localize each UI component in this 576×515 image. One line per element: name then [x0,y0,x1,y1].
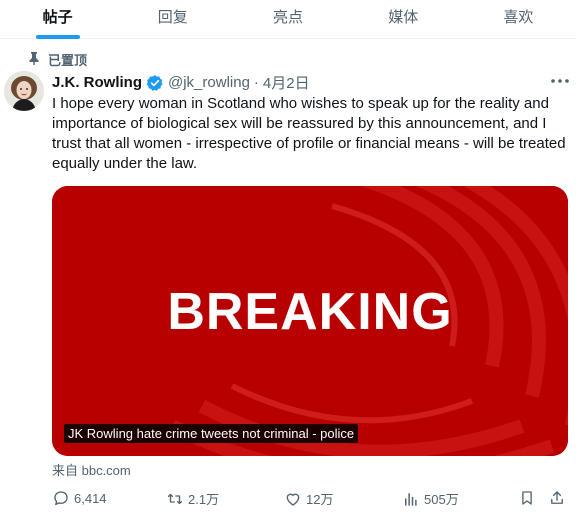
tab-replies-label: 回复 [157,9,188,26]
profile-tabs: 帖子 回复 亮点 媒体 喜欢 [0,0,576,39]
bookmark-button[interactable] [518,489,536,507]
tweet-date[interactable]: 4月2日 [263,72,310,93]
reply-icon [52,489,70,507]
link-source[interactable]: 来自 bbc.com [52,460,131,479]
tab-highlights-label: 亮点 [273,9,304,26]
pin-icon [28,51,40,68]
display-name[interactable]: J.K. Rowling [52,74,142,91]
tab-replies[interactable]: 回复 [115,0,230,38]
tab-likes[interactable]: 喜欢 [461,0,576,38]
bookmark-icon [518,489,536,507]
media-card[interactable]: BREAKING JK Rowling hate crime tweets no… [52,186,568,456]
share-icon [548,489,566,507]
tab-likes-label: 喜欢 [503,9,534,26]
separator-dot: · [253,74,259,91]
user-handle[interactable]: @jk_rowling [168,74,250,91]
views-button[interactable]: 505万 [402,489,459,508]
pinned-indicator: 已置顶 [28,50,87,69]
reply-count: 6,414 [74,490,107,506]
repost-button[interactable]: 2.1万 [166,489,219,508]
media-caption: JK Rowling hate crime tweets not crimina… [64,424,359,443]
repost-icon [166,490,184,508]
verified-badge-icon [146,74,164,92]
views-icon [402,490,420,508]
like-button[interactable]: 12万 [284,489,333,508]
like-icon [284,490,302,508]
active-tab-indicator [35,35,80,39]
tab-media[interactable]: 媒体 [346,0,461,38]
more-icon[interactable] [546,70,574,92]
views-count: 505万 [424,492,459,507]
tweet-header: J.K. Rowling @jk_rowling · 4月2日 [52,72,310,93]
like-count: 12万 [306,492,334,507]
repost-count: 2.1万 [188,492,220,507]
tab-posts[interactable]: 帖子 [0,0,115,39]
share-button[interactable] [548,489,566,507]
tweet-actions: 6,414 2.1万 12万 505万 [52,489,576,511]
breaking-headline: BREAKING [167,283,453,341]
tab-highlights[interactable]: 亮点 [230,0,345,38]
pinned-label: 已置顶 [48,53,88,68]
avatar[interactable] [4,71,44,111]
tweet-text: I hope every woman in Scotland who wishe… [52,95,566,172]
tab-media-label: 媒体 [388,9,419,26]
reply-button[interactable]: 6,414 [52,489,107,507]
tab-posts-label: 帖子 [42,9,73,26]
